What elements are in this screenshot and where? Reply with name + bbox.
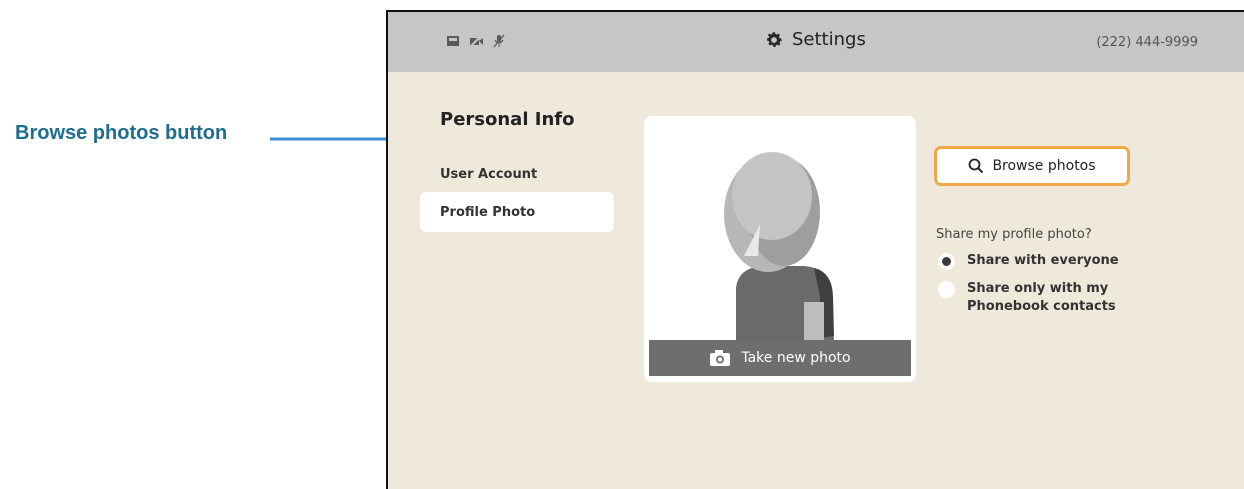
status-icons xyxy=(446,33,506,48)
settings-title-text: Settings xyxy=(792,29,866,50)
radio-selected-icon[interactable] xyxy=(938,253,955,270)
take-new-photo-button[interactable]: Take new photo xyxy=(649,340,911,376)
video-off-icon xyxy=(469,33,483,48)
profile-photo-card: Take new photo xyxy=(644,116,916,382)
share-everyone-option[interactable]: Share with everyone xyxy=(938,252,1119,270)
phone-number: (222) 444-9999 xyxy=(1096,35,1198,50)
sidebar-item-label: Profile Photo xyxy=(440,204,536,220)
video-icon xyxy=(446,33,460,47)
search-icon xyxy=(969,158,984,174)
radio-unselected-icon[interactable] xyxy=(938,281,955,298)
callout-label: Browse photos button xyxy=(15,122,228,144)
sidebar-item-user-account[interactable]: User Account xyxy=(420,154,614,194)
browse-photos-button[interactable]: Browse photos xyxy=(934,146,1130,186)
mic-off-icon xyxy=(492,33,506,48)
page-title: Settings xyxy=(764,29,866,50)
browse-photos-label: Browse photos xyxy=(992,158,1096,174)
settings-screen: Settings (222) 444-9999 Personal Info Us… xyxy=(386,10,1244,489)
section-title: Personal Info xyxy=(440,109,575,130)
radio-label: Share with everyone xyxy=(967,253,1119,268)
sidebar-item-profile-photo[interactable]: Profile Photo xyxy=(420,192,614,232)
share-question: Share my profile photo? xyxy=(936,227,1092,242)
radio-label: Share only with my Phonebook contacts xyxy=(967,281,1116,314)
camera-icon xyxy=(710,350,731,366)
gear-icon xyxy=(767,31,782,47)
top-bar: Settings (222) 444-9999 xyxy=(388,12,1244,72)
share-contacts-option[interactable]: Share only with my Phonebook contacts xyxy=(938,280,1127,316)
sidebar-item-label: User Account xyxy=(440,166,538,182)
take-new-photo-label: Take new photo xyxy=(741,350,851,366)
